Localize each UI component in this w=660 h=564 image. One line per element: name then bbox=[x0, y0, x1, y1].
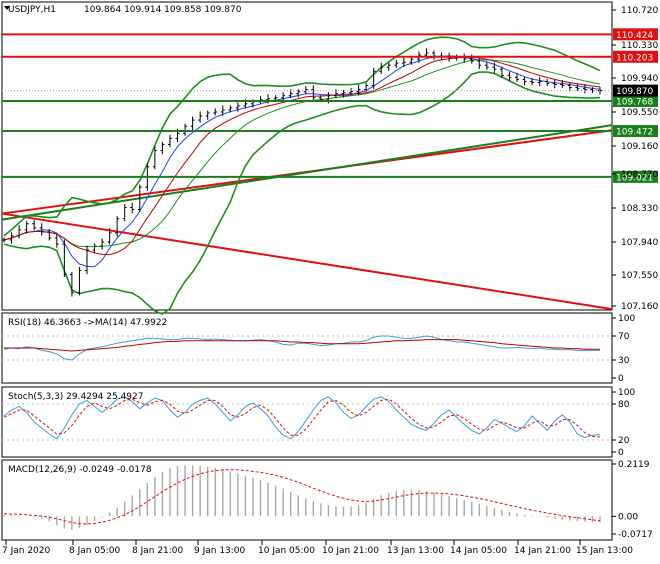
current-price-label: 109.870 bbox=[616, 87, 653, 97]
price-ytick-label: 109.160 bbox=[621, 142, 658, 152]
indicator-ytick-label: 0 bbox=[618, 448, 624, 458]
level-badge-label-1: 110.203 bbox=[616, 53, 653, 63]
price-panel bbox=[1, 1, 613, 311]
indicator-ytick-label: 20 bbox=[618, 436, 630, 446]
xaxis-tick-label: 7 Jan 2020 bbox=[2, 546, 50, 556]
main-chart-title: USDJPY,H1 bbox=[8, 5, 56, 15]
xaxis-tick-label: 13 Jan 13:00 bbox=[387, 546, 444, 556]
xaxis-tick-label: 9 Jan 13:00 bbox=[194, 546, 246, 556]
price-ytick-label: 110.720 bbox=[621, 6, 658, 16]
level-badge-label-2: 109.768 bbox=[616, 97, 653, 107]
price-ytick-label: 109.940 bbox=[621, 74, 658, 84]
xaxis-tick-label: 8 Jan 05:00 bbox=[69, 546, 121, 556]
xaxis-tick-label: 14 Jan 21:00 bbox=[514, 546, 571, 556]
indicator-ytick-label: 0 bbox=[618, 374, 624, 384]
price-ytick-label: 108.770 bbox=[621, 170, 658, 180]
macd-title: MACD(12,26,9) -0.0249 -0.0178 bbox=[8, 465, 152, 475]
price-ytick-label: 109.550 bbox=[621, 108, 658, 118]
price-ytick-label: 108.330 bbox=[621, 204, 658, 214]
level-badge-label-0: 110.424 bbox=[616, 31, 653, 41]
indicator-ytick-label: 0.00 bbox=[618, 512, 638, 522]
level-badge-label-3: 109.472 bbox=[616, 128, 653, 138]
xaxis-tick-label: 10 Jan 21:00 bbox=[322, 546, 379, 556]
price-ytick-label: 110.330 bbox=[621, 41, 658, 51]
chart-canvas: 110.424110.203109.768109.472109.021109.8… bbox=[1, 1, 658, 556]
indicator-ytick-label: 30 bbox=[618, 356, 630, 366]
indicator-ytick-label: 0.2119 bbox=[618, 460, 650, 470]
xaxis-tick-label: 14 Jan 05:00 bbox=[450, 546, 507, 556]
xaxis-tick-label: 10 Jan 05:00 bbox=[258, 546, 315, 556]
price-ytick-label: 107.940 bbox=[621, 238, 658, 248]
xaxis-tick-label: 15 Jan 13:00 bbox=[576, 546, 633, 556]
rsi-title: RSI(18) 46.3663 ->MA(14) 47.9922 bbox=[8, 318, 167, 328]
indicator-ytick-label: 80 bbox=[618, 400, 630, 410]
xaxis-tick-label: 8 Jan 21:00 bbox=[132, 546, 184, 556]
price-ytick-label: 107.550 bbox=[621, 271, 658, 281]
main-chart-ohlc: 109.864 109.914 109.858 109.870 bbox=[84, 5, 242, 15]
stoch-title: Stoch(5,3,3) 29.4294 25.4927 bbox=[8, 392, 143, 402]
indicator-ytick-label: 100 bbox=[618, 314, 635, 324]
price-ytick-label: 107.160 bbox=[621, 302, 658, 312]
indicator-ytick-label: -0.0717 bbox=[618, 530, 653, 540]
indicator-ytick-label: 100 bbox=[618, 388, 635, 398]
indicator-ytick-label: 70 bbox=[618, 332, 630, 342]
